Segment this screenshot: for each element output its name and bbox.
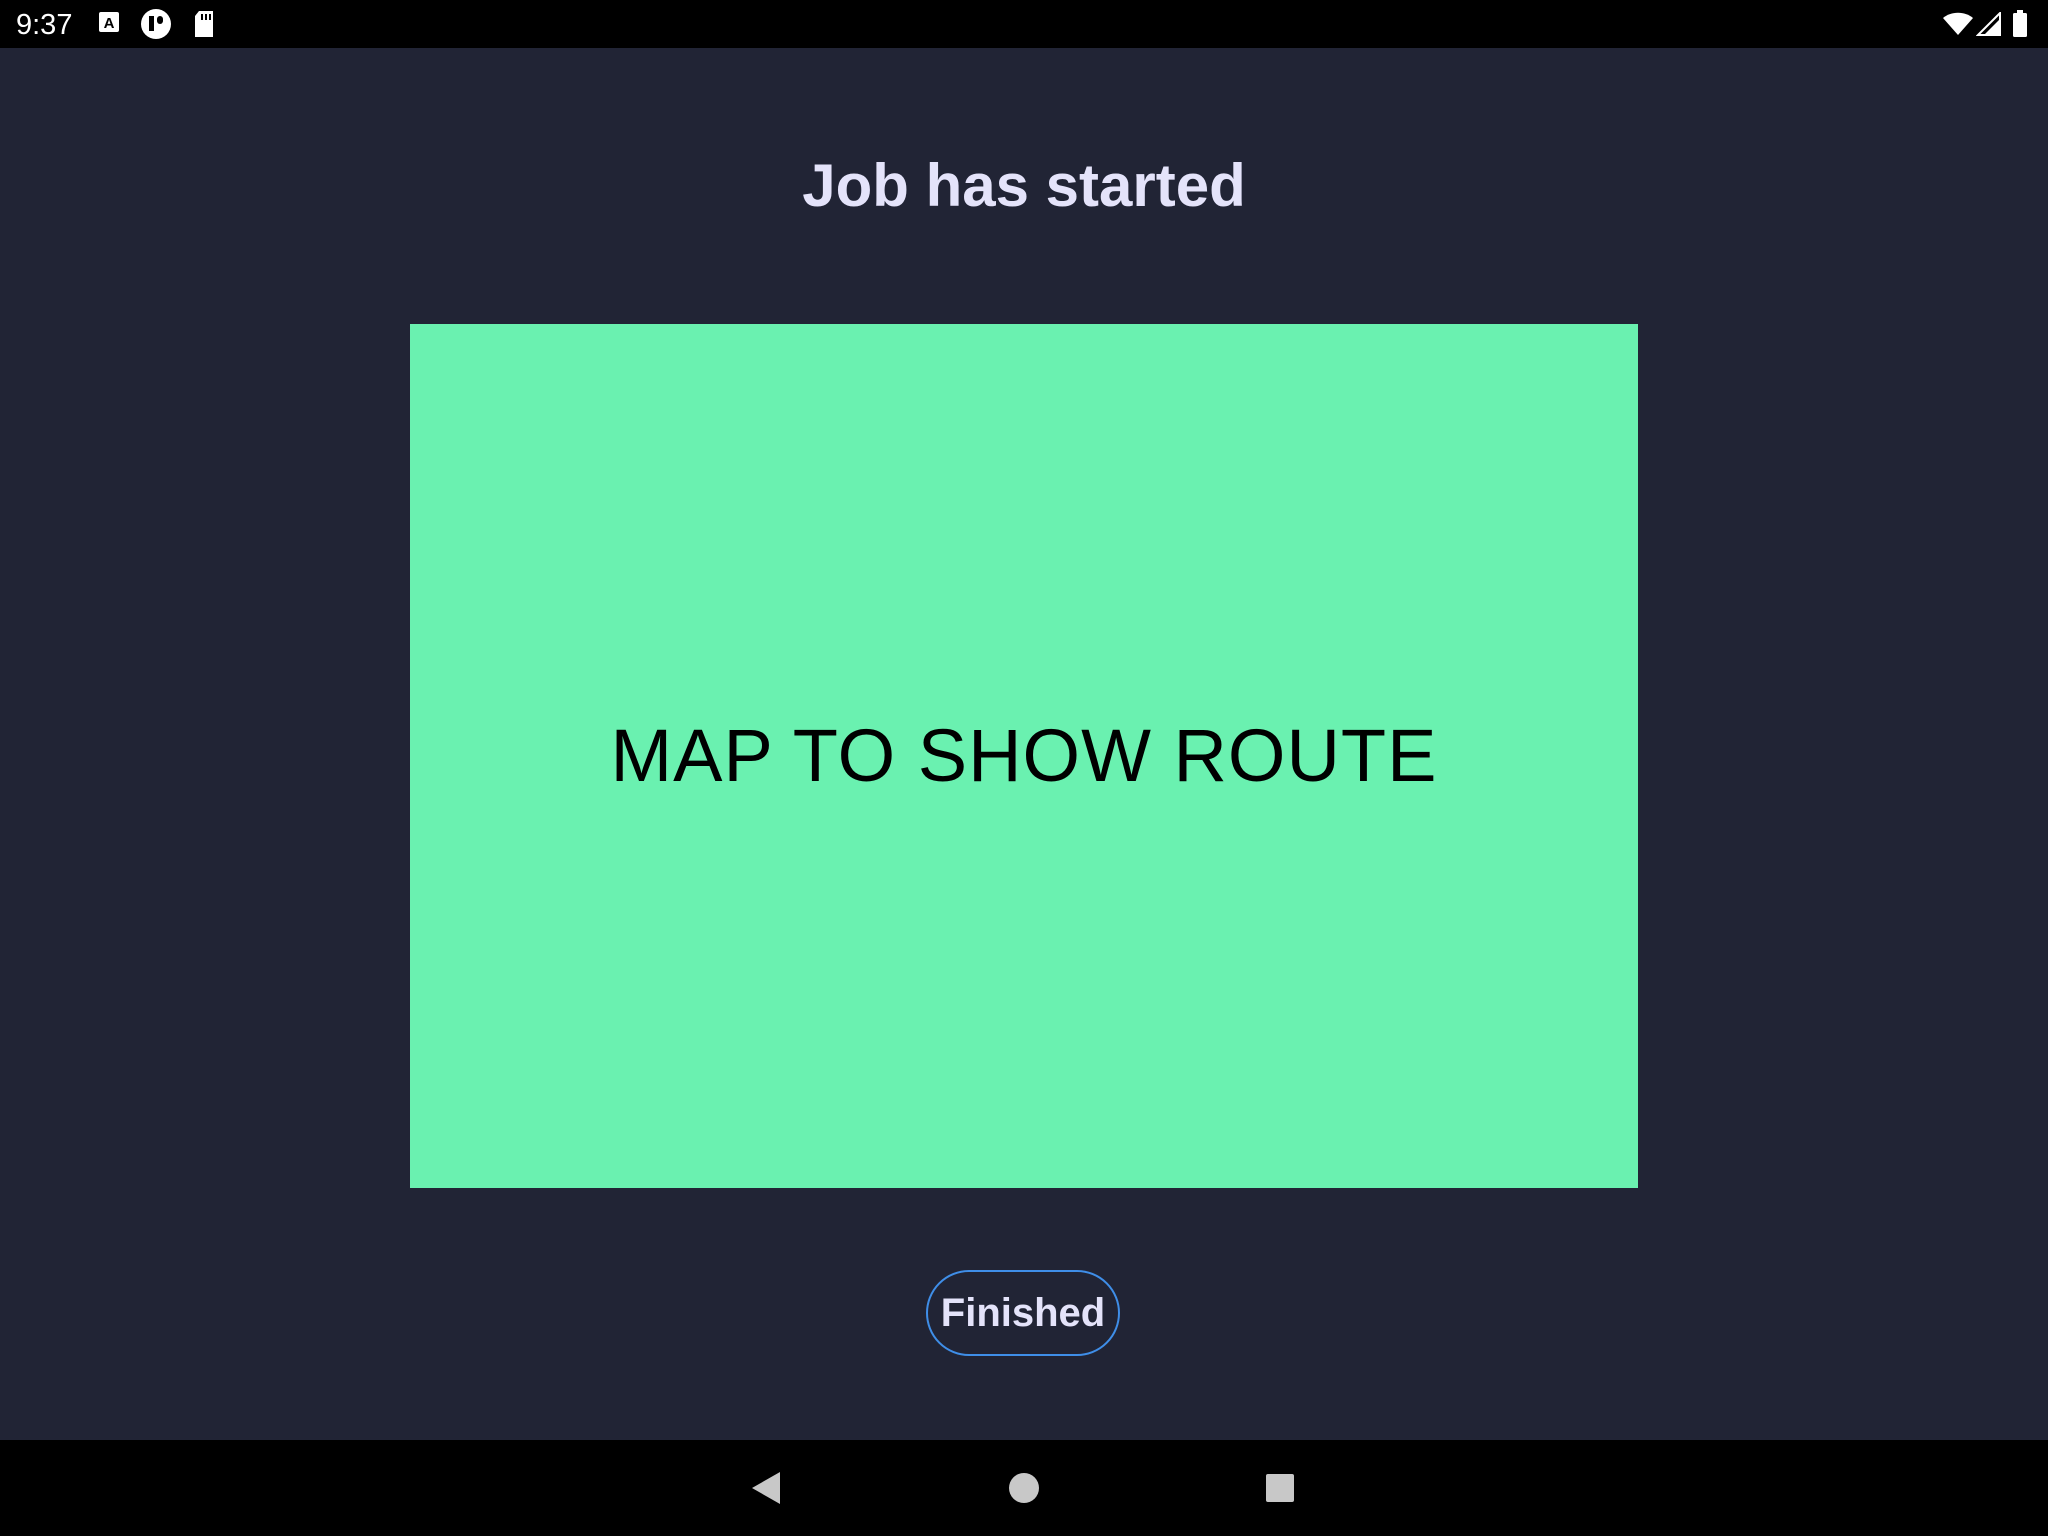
app-badge-icon	[140, 8, 172, 45]
battery-icon	[2012, 10, 2028, 43]
route-map-placeholder: MAP TO SHOW ROUTE	[410, 324, 1638, 1188]
navigation-bar	[0, 1440, 2048, 1536]
svg-text:A: A	[104, 15, 115, 32]
job-screen: Job has started MAP TO SHOW ROUTE Finish…	[0, 48, 2048, 1440]
back-icon[interactable]	[750, 1470, 782, 1511]
status-bar: 9:37 A	[0, 0, 2048, 48]
signal-icon	[1975, 10, 2002, 41]
wifi-icon	[1942, 12, 1974, 41]
recents-icon[interactable]	[1264, 1470, 1296, 1511]
page-title: Job has started	[802, 152, 1246, 219]
finished-button-label: Finished	[940, 1290, 1106, 1335]
status-time: 9:37	[16, 9, 73, 41]
home-icon[interactable]	[1008, 1470, 1040, 1511]
finished-button[interactable]: Finished	[926, 1270, 1120, 1356]
auto-text-icon: A	[98, 10, 120, 41]
map-placeholder-text: MAP TO SHOW ROUTE	[610, 714, 1438, 797]
sd-card-icon	[193, 10, 215, 43]
